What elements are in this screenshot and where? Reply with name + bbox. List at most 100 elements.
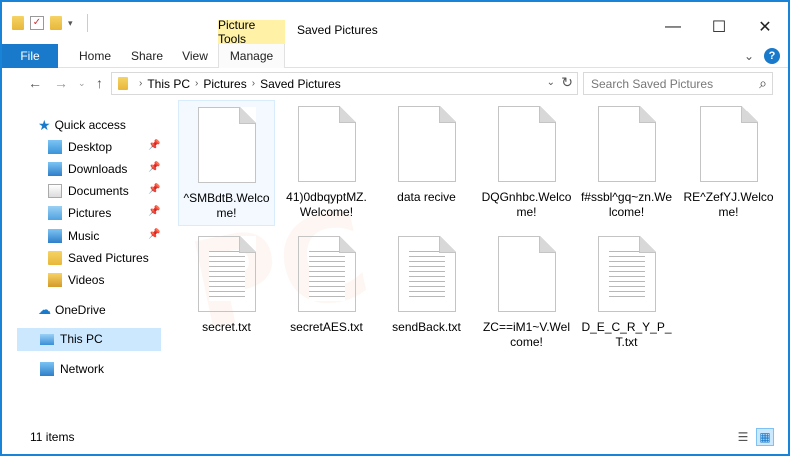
file-item[interactable]: f#ssbl^gq~zn.Welcome! — [578, 100, 675, 220]
file-item[interactable]: D_E_C_R_Y_P_T.txt — [578, 230, 675, 350]
nav-label: Quick access — [54, 118, 126, 132]
file-grid: ^SMBdtB.Welcome! 41)0dbqyptMZ.Welcome! d… — [170, 100, 788, 422]
large-icons-view-icon[interactable]: ▦ — [756, 428, 774, 446]
documents-folder-icon — [48, 184, 62, 198]
window-controls: — ☐ ✕ — [650, 12, 788, 42]
title-bar: ✓ ▾ Picture Tools Saved Pictures — ☐ ✕ — [2, 2, 788, 46]
expand-ribbon-icon[interactable]: ⌄ — [744, 49, 754, 63]
item-count: 11 items — [30, 430, 75, 444]
file-name: data recive — [397, 190, 456, 204]
folder-icon — [12, 16, 24, 30]
star-icon: ★ — [38, 116, 51, 133]
blank-file-icon — [497, 106, 556, 182]
file-name: ^SMBdtB.Welcome! — [183, 191, 270, 220]
back-arrow-icon[interactable]: ← — [28, 75, 42, 91]
file-item[interactable]: secretAES.txt — [278, 230, 375, 335]
refresh-icon[interactable]: ↻ — [561, 74, 573, 91]
blank-file-icon — [497, 236, 556, 312]
nav-pictures[interactable]: Pictures — [48, 202, 111, 224]
nav-downloads[interactable]: Downloads — [48, 158, 127, 180]
nav-label: Downloads — [68, 162, 128, 176]
blank-file-icon — [597, 106, 656, 182]
nav-quick-access[interactable]: ★ Quick access — [38, 114, 126, 136]
nav-label: Documents — [68, 184, 129, 198]
pin-icon[interactable]: 📌 — [148, 162, 160, 173]
nav-documents[interactable]: Documents — [48, 180, 129, 202]
computer-icon — [40, 333, 54, 345]
help-icon[interactable]: ? — [764, 48, 780, 64]
file-name: f#ssbl^gq~zn.Welcome! — [580, 190, 673, 219]
file-name: ZC==iM1~V.Welcome! — [482, 320, 571, 349]
file-name: secret.txt — [202, 320, 251, 334]
nav-music[interactable]: Music — [48, 225, 99, 247]
text-file-icon — [397, 236, 456, 312]
file-item[interactable]: DQGnhbc.Welcome! — [478, 100, 575, 220]
nav-label: Network — [60, 362, 105, 376]
blank-file-icon — [197, 107, 256, 183]
nav-label: This PC — [60, 332, 103, 346]
network-icon — [40, 362, 54, 376]
file-item[interactable]: ZC==iM1~V.Welcome! — [478, 230, 575, 350]
pin-icon[interactable]: 📌 — [148, 140, 160, 151]
pin-icon[interactable]: 📌 — [148, 229, 160, 240]
pin-icon[interactable]: 📌 — [148, 184, 160, 195]
file-item[interactable]: secret.txt — [178, 230, 275, 335]
ribbon-tabs: File Home Share View Manage ⌄ ? — [2, 44, 788, 68]
file-item[interactable]: ^SMBdtB.Welcome! — [178, 100, 275, 226]
ribbon-right-controls: ⌄ ? — [744, 48, 780, 64]
file-name: D_E_C_R_Y_P_T.txt — [581, 320, 672, 349]
tab-home[interactable]: Home — [72, 44, 118, 68]
text-file-icon — [597, 236, 656, 312]
minimize-button[interactable]: — — [650, 12, 696, 42]
maximize-button[interactable]: ☐ — [696, 12, 742, 42]
videos-folder-icon — [48, 273, 62, 287]
nav-label: Saved Pictures — [68, 251, 149, 265]
forward-arrow-icon[interactable]: → — [54, 75, 68, 91]
folder-icon — [48, 251, 62, 265]
qat-dropdown-icon[interactable]: ▾ — [68, 18, 73, 29]
text-file-icon — [297, 236, 356, 312]
address-folder-icon — [118, 77, 128, 90]
navigation-bar: ← → ⌄ ↑ › This PC › Pictures › Saved Pic… — [2, 68, 788, 98]
cloud-icon: ☁ — [38, 302, 51, 317]
breadcrumb-chevron-icon: › — [251, 78, 256, 89]
nav-saved-pictures[interactable]: Saved Pictures — [48, 247, 149, 269]
properties-icon[interactable]: ✓ — [30, 16, 44, 30]
breadcrumb-this-pc[interactable]: This PC — [147, 77, 190, 91]
tab-view[interactable]: View — [172, 44, 218, 68]
close-button[interactable]: ✕ — [742, 12, 788, 42]
file-item[interactable]: 41)0dbqyptMZ.Welcome! — [278, 100, 375, 220]
desktop-folder-icon — [48, 140, 62, 154]
qat-separator — [86, 14, 88, 32]
navigation-pane: ★ Quick access Desktop 📌 Downloads 📌 Doc… — [2, 106, 162, 416]
nav-this-pc[interactable]: This PC — [40, 328, 103, 350]
nav-label: Desktop — [68, 140, 113, 154]
nav-onedrive[interactable]: ☁ OneDrive — [38, 299, 106, 321]
tab-file[interactable]: File — [2, 44, 58, 68]
file-item[interactable]: sendBack.txt — [378, 230, 475, 335]
nav-desktop[interactable]: Desktop — [48, 136, 112, 158]
address-bar[interactable]: › This PC › Pictures › Saved Pictures ⌄ … — [111, 72, 578, 95]
status-bar: 11 items ☰ ▦ — [2, 422, 788, 454]
breadcrumb-saved-pictures[interactable]: Saved Pictures — [260, 77, 341, 91]
file-item[interactable]: data recive — [378, 100, 475, 205]
nav-label: OneDrive — [55, 303, 106, 317]
search-input[interactable]: Search Saved Pictures ⌕ — [583, 72, 773, 95]
quick-access-toolbar: ✓ ▾ — [12, 14, 88, 32]
nav-videos[interactable]: Videos — [48, 269, 104, 291]
address-dropdown-icon[interactable]: ⌄ — [547, 77, 555, 88]
breadcrumb-chevron-icon: › — [139, 78, 143, 89]
tab-manage[interactable]: Manage — [218, 44, 285, 68]
new-folder-icon[interactable] — [50, 16, 62, 30]
details-view-icon[interactable]: ☰ — [734, 428, 752, 446]
pin-icon[interactable]: 📌 — [148, 206, 160, 217]
tab-share[interactable]: Share — [124, 44, 170, 68]
up-arrow-icon[interactable]: ↑ — [96, 75, 103, 91]
nav-label: Videos — [68, 273, 105, 287]
search-icon[interactable]: ⌕ — [759, 75, 767, 92]
file-name: sendBack.txt — [392, 320, 461, 334]
file-item[interactable]: RE^ZefYJ.Welcome! — [680, 100, 777, 220]
nav-network[interactable]: Network — [40, 358, 104, 380]
recent-dropdown-icon[interactable]: ⌄ — [78, 78, 86, 89]
breadcrumb-pictures[interactable]: Pictures — [203, 77, 246, 91]
